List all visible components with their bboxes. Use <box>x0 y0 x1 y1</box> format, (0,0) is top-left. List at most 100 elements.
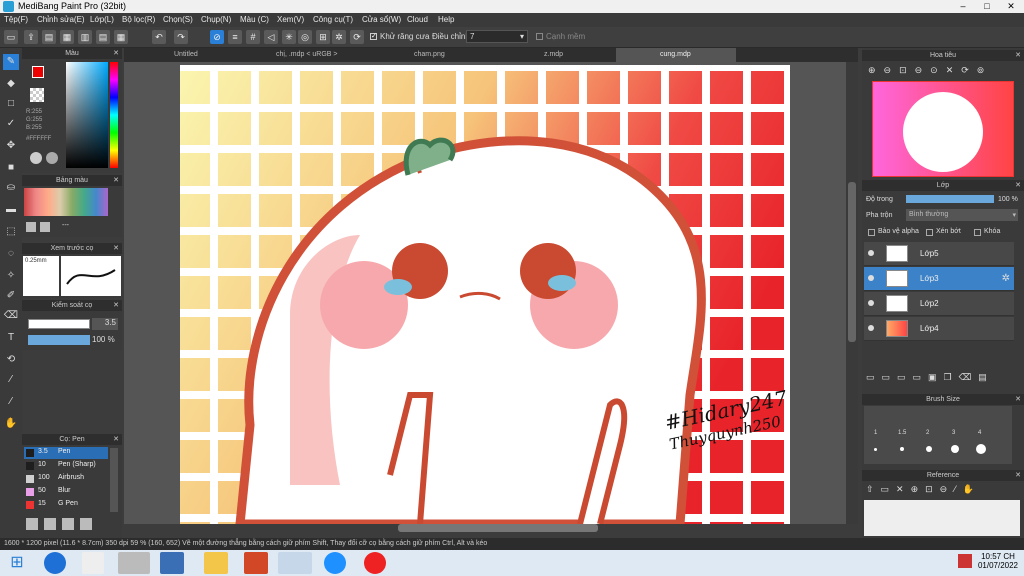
app-icon-green[interactable] <box>118 552 150 574</box>
menu-help[interactable]: Help <box>438 15 454 24</box>
brush-settings-icon[interactable] <box>44 518 56 530</box>
gradient-tool-icon[interactable]: ▬ <box>3 202 19 218</box>
settings-snap-icon[interactable]: ✲ <box>332 30 346 44</box>
radial-snap-icon[interactable]: ✳ <box>282 30 296 44</box>
eye-icon[interactable] <box>868 325 874 331</box>
blend-mode-select[interactable]: Bình thường ▾ <box>906 209 1018 221</box>
close-icon[interactable]: ✕ <box>113 243 119 254</box>
layer-item-lop3[interactable]: Lớp3 ✲ <box>864 267 1014 291</box>
brush-item-pen-sharp[interactable]: 10 Pen (Sharp) <box>24 460 108 472</box>
dotted-tool-icon[interactable]: ✓ <box>3 116 19 132</box>
brush-item-airbrush[interactable]: 100 Airbrush <box>24 473 108 485</box>
brush-delete-icon[interactable] <box>62 518 74 530</box>
vanish-snap-icon[interactable]: ◁ <box>264 30 278 44</box>
lock-checkbox[interactable] <box>974 229 981 236</box>
menu-layer[interactable]: Lớp(L) <box>90 15 114 24</box>
menu-select[interactable]: Chọn(S) <box>163 15 193 24</box>
snap-off-icon[interactable]: ⊘ <box>210 30 224 44</box>
divide-tool-icon[interactable]: ⟲ <box>3 352 19 368</box>
eye-icon[interactable] <box>868 300 874 306</box>
brush-tool-icon[interactable]: ✎ <box>3 54 19 70</box>
brush-item-blur[interactable]: 50 Blur <box>24 486 108 498</box>
share-icon[interactable]: ⇪ <box>24 30 38 44</box>
text-tool-icon[interactable]: T <box>3 330 19 346</box>
folder-icon[interactable] <box>204 552 228 574</box>
close-icon[interactable]: ✕ <box>1015 394 1021 405</box>
magic-wand-icon[interactable]: ✧ <box>3 268 19 284</box>
brush-size-slider[interactable] <box>28 319 90 329</box>
antialias-checkbox[interactable]: ✓ <box>370 33 377 40</box>
tab-z[interactable]: z.mdp <box>544 51 563 58</box>
menu-window[interactable]: Cửa sổ(W) <box>362 15 401 24</box>
comment-icon[interactable]: ▤ <box>42 30 56 44</box>
curve-snap-icon[interactable]: ⊞ <box>316 30 330 44</box>
maximize-icon[interactable]: □ <box>978 0 996 13</box>
layer-item-lop4[interactable]: Lớp4 <box>864 317 1014 341</box>
brush-list-scrollbar[interactable] <box>110 448 118 512</box>
photos-icon[interactable] <box>160 552 184 574</box>
tab-untitled[interactable]: Untitled <box>174 51 198 58</box>
palette-icon[interactable] <box>30 152 42 164</box>
tab-chi[interactable]: chị, .mdp < uRGB > <box>276 51 337 58</box>
minimize-icon[interactable]: – <box>954 0 972 13</box>
menu-color[interactable]: Màu (C) <box>240 15 269 24</box>
palette-swatches[interactable] <box>24 188 108 216</box>
eyedrop-icon[interactable] <box>46 152 58 164</box>
gear-icon[interactable]: ✲ <box>1002 273 1010 284</box>
layer-item-lop5[interactable]: Lớp5 <box>864 242 1014 266</box>
eraser-tool-icon[interactable]: ◆ <box>3 76 19 92</box>
menu-edit[interactable]: Chỉnh sửa(E) <box>37 15 85 24</box>
powerpoint-icon[interactable] <box>244 552 268 574</box>
brush-item-g-pen[interactable]: 15 G Pen <box>24 499 108 511</box>
undo-icon[interactable]: ↶ <box>152 30 166 44</box>
brush-item-pen[interactable]: 3.5 Pen <box>24 447 108 459</box>
parallel-snap-icon[interactable]: ≡ <box>228 30 242 44</box>
layer-item-lop2[interactable]: Lớp2 <box>864 292 1014 316</box>
start-icon[interactable]: ⊞ <box>4 552 30 574</box>
menu-tools[interactable]: Công cụ(T) <box>313 15 353 24</box>
hand-tool-icon[interactable]: ✋ <box>3 416 19 432</box>
navigator-toolbar[interactable]: ⊕⊖⊡⊖⊙✕⟳⊚ <box>868 65 1018 79</box>
brush-add-icon[interactable] <box>26 518 38 530</box>
saturation-picker[interactable] <box>66 62 108 168</box>
brush-size-grid[interactable]: 1 1.5 2 3 4 <box>864 406 1012 464</box>
transparent-swatch[interactable] <box>30 88 44 102</box>
cross-snap-icon[interactable]: # <box>246 30 260 44</box>
keyboard-icon[interactable] <box>82 552 104 574</box>
redo-icon[interactable]: ↷ <box>174 30 188 44</box>
protect-alpha-checkbox[interactable] <box>868 229 875 236</box>
clipping-checkbox[interactable] <box>926 229 933 236</box>
close-icon[interactable]: ✕ <box>1015 470 1021 481</box>
vertical-scrollbar[interactable] <box>848 182 856 342</box>
zalo-icon[interactable] <box>324 552 346 574</box>
palette-doc-icon[interactable] <box>26 222 36 232</box>
layout-icon[interactable]: ▥ <box>78 30 92 44</box>
close-icon[interactable]: ✕ <box>113 434 119 445</box>
eye-icon[interactable] <box>868 250 874 256</box>
close-icon[interactable]: ✕ <box>113 175 119 186</box>
hue-slider[interactable] <box>110 62 118 168</box>
tab-cham[interactable]: cham.png <box>414 51 445 58</box>
trash-icon[interactable] <box>40 222 50 232</box>
menu-filter[interactable]: Bộ lọc(R) <box>122 15 155 24</box>
layer-opacity-slider[interactable] <box>906 195 994 203</box>
brush-doc-icon[interactable] <box>80 518 92 530</box>
move-tool-icon[interactable]: ✥ <box>3 138 19 154</box>
circle-snap-icon[interactable]: ◎ <box>298 30 312 44</box>
layer-toolbar[interactable]: ▭▭▭▭▣❐⌫▤ <box>866 372 1018 386</box>
navigator-thumbnail[interactable] <box>872 81 1014 177</box>
tab-cung[interactable]: cung.mdp <box>616 48 736 62</box>
horizontal-scrollbar[interactable] <box>398 524 598 532</box>
bucket-tool-icon[interactable]: ⛀ <box>3 180 19 196</box>
brush-size-value[interactable]: 3.5 <box>92 318 118 330</box>
close-icon[interactable]: ✕ <box>113 48 119 59</box>
tray-icon[interactable] <box>958 554 972 568</box>
foreground-color-swatch[interactable] <box>32 66 44 78</box>
eye-icon[interactable] <box>868 275 874 281</box>
medibang-taskbar-icon[interactable] <box>278 552 312 574</box>
eyedropper-icon[interactable]: ⁄ <box>3 372 19 388</box>
reference-toolbar[interactable]: ⇧▭✕⊕⊡⊖⁄✋ <box>866 484 1018 498</box>
close-icon[interactable]: ✕ <box>1015 50 1021 61</box>
snap-checkbox[interactable] <box>536 33 543 40</box>
lasso-tool-icon[interactable]: ◌ <box>3 246 19 262</box>
